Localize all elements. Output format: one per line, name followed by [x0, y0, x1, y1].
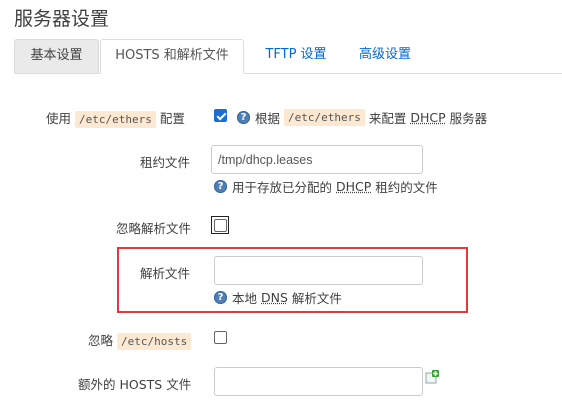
ethers-help: ? 根据 /etc/ethers 来配置 DHCP 服务器 [237, 108, 487, 127]
ignore-hosts-checkbox[interactable] [214, 331, 227, 344]
tab-basic-settings[interactable]: 基本设置 [14, 39, 99, 73]
ignore-hosts-label: 忽略 /etc/hosts [88, 330, 192, 350]
hosts-code: /etc/hosts [117, 333, 192, 350]
leasefile-label: 租约文件 [140, 155, 191, 170]
tab-advanced-settings[interactable]: 高级设置 [346, 39, 424, 73]
page-title: 服务器设置 [14, 8, 110, 30]
add-icon[interactable] [425, 370, 439, 384]
tab-bar: 基本设置 HOSTS 和解析文件 TFTP 设置 高级设置 [14, 39, 562, 74]
resolvfile-help: ? 本地 DNS 解析文件 [214, 288, 342, 307]
help-icon: ? [237, 111, 250, 124]
leasefile-input[interactable] [211, 145, 423, 174]
ethers-code: /etc/ethers [75, 111, 156, 128]
extra-hosts-input[interactable] [214, 367, 423, 396]
help-icon: ? [214, 291, 227, 304]
ethers-checkbox[interactable] [214, 109, 227, 122]
resolvfile-input[interactable] [214, 256, 423, 285]
resolvfile-label: 解析文件 [140, 266, 191, 281]
tab-hosts-resolv[interactable]: HOSTS 和解析文件 [100, 39, 244, 74]
ignore-resolv-label: 忽略解析文件 [116, 221, 192, 236]
ignore-resolv-checkbox[interactable] [214, 219, 227, 232]
leasefile-help: ? 用于存放已分配的 DHCP 租约的文件 [214, 177, 438, 196]
help-icon: ? [214, 180, 227, 193]
ethers-label: 使用 /etc/ethers 配置 [46, 111, 185, 128]
extra-hosts-label: 额外的 HOSTS 文件 [78, 377, 192, 392]
tab-tftp-settings[interactable]: TFTP 设置 [250, 39, 342, 73]
